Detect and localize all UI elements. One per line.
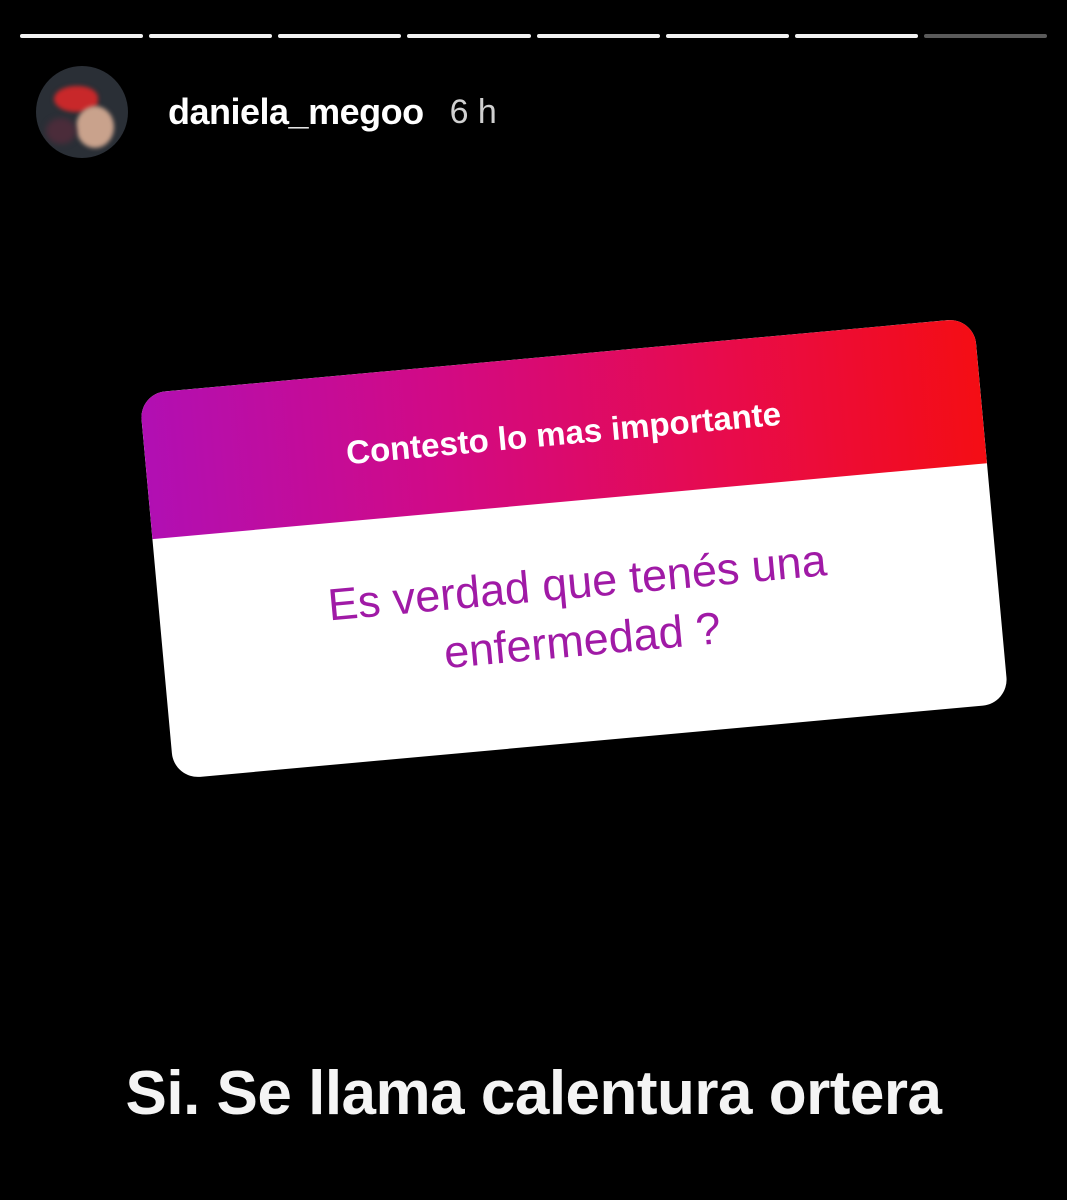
progress-segment <box>794 34 918 38</box>
progress-segment <box>149 34 273 38</box>
avatar[interactable] <box>36 66 128 158</box>
username[interactable]: daniela_megoo <box>168 91 424 133</box>
progress-segment <box>407 34 531 38</box>
progress-segment <box>665 34 789 38</box>
progress-segment <box>536 34 660 38</box>
question-prompt: Contesto lo mas importante <box>344 394 783 472</box>
story-header: daniela_megoo 6 h <box>36 66 497 158</box>
progress-segment <box>20 34 144 38</box>
progress-segment <box>278 34 402 38</box>
question-text: Es verdad que tenés una enfermedad ? <box>325 533 829 678</box>
story-progress-bar <box>20 34 1047 38</box>
progress-segment-current <box>923 34 1047 38</box>
post-time: 6 h <box>449 92 497 131</box>
question-sticker: Contesto lo mas importante Es verdad que… <box>139 317 1009 780</box>
reply-caption: Si. Se llama calentura ortera <box>125 1059 943 1128</box>
